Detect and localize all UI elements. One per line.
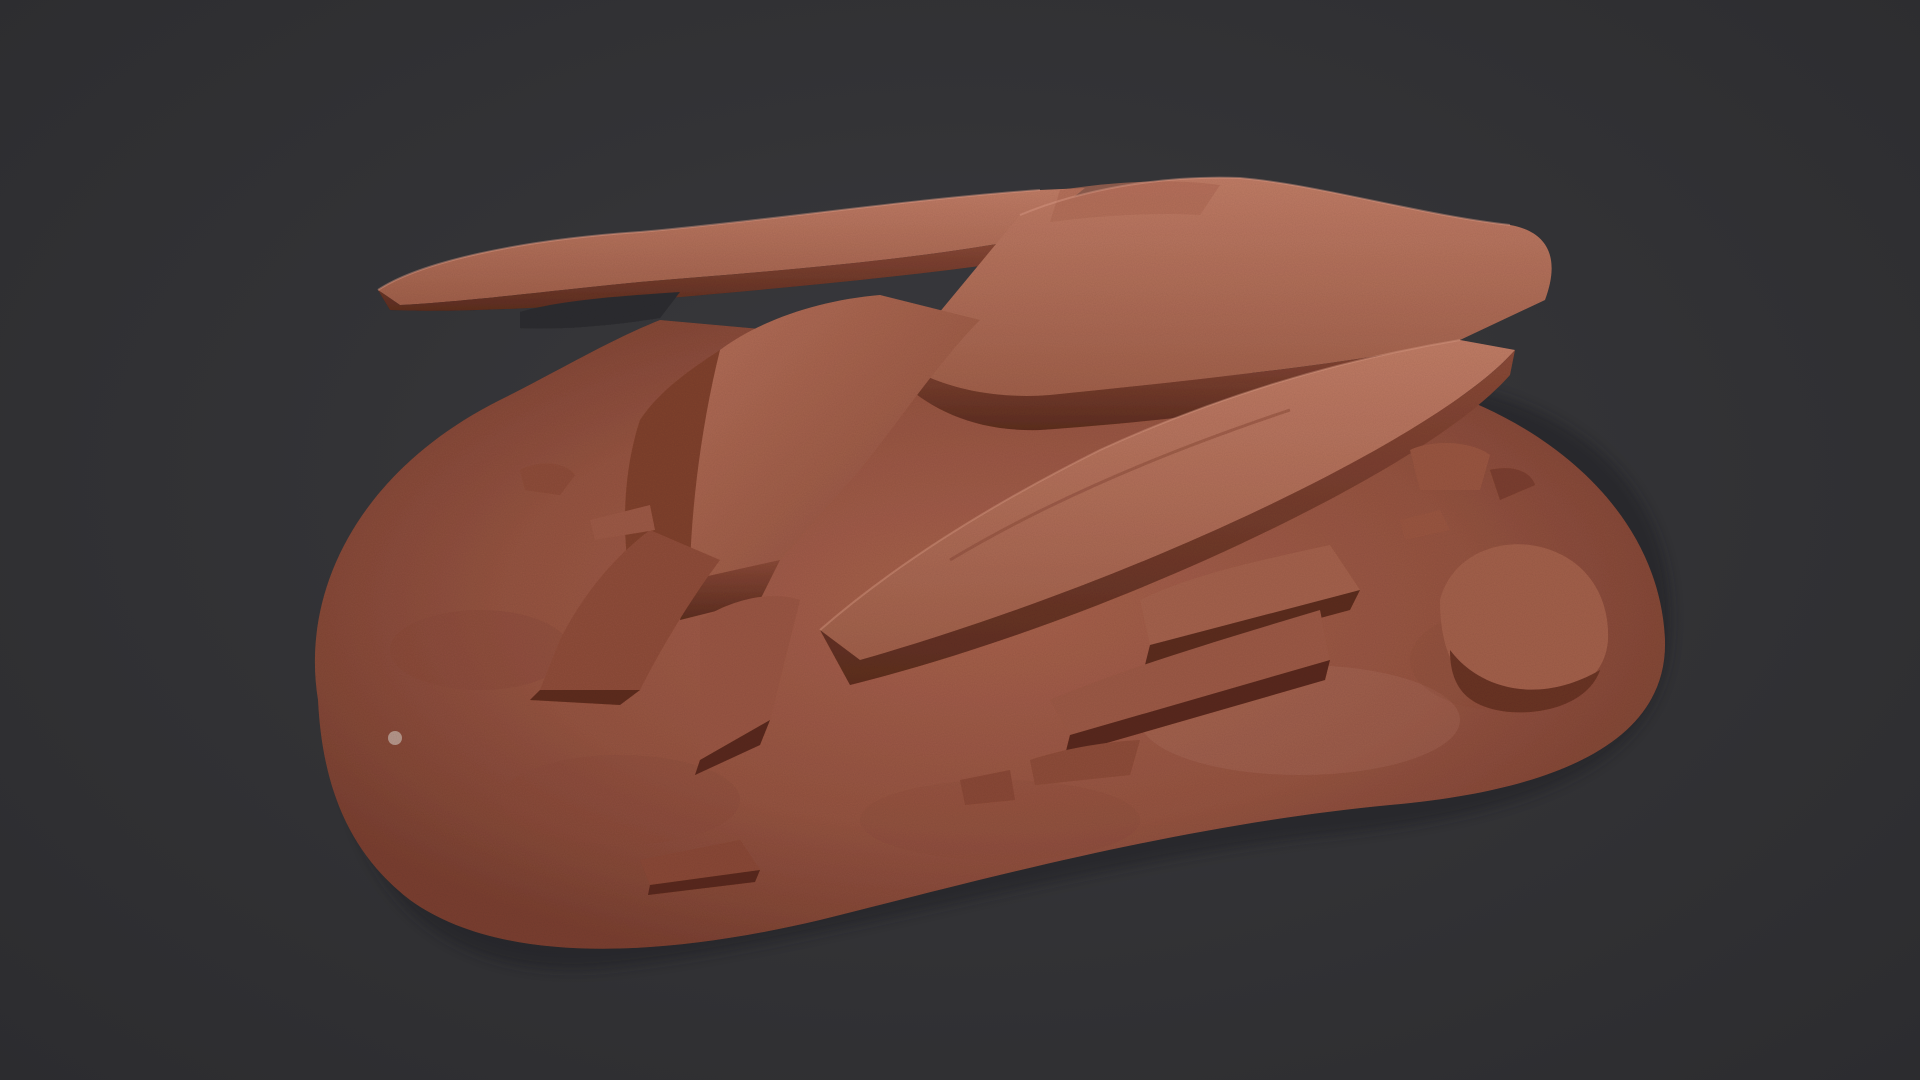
- rock-scene: [314, 176, 1671, 970]
- render-viewport: [0, 0, 1920, 1080]
